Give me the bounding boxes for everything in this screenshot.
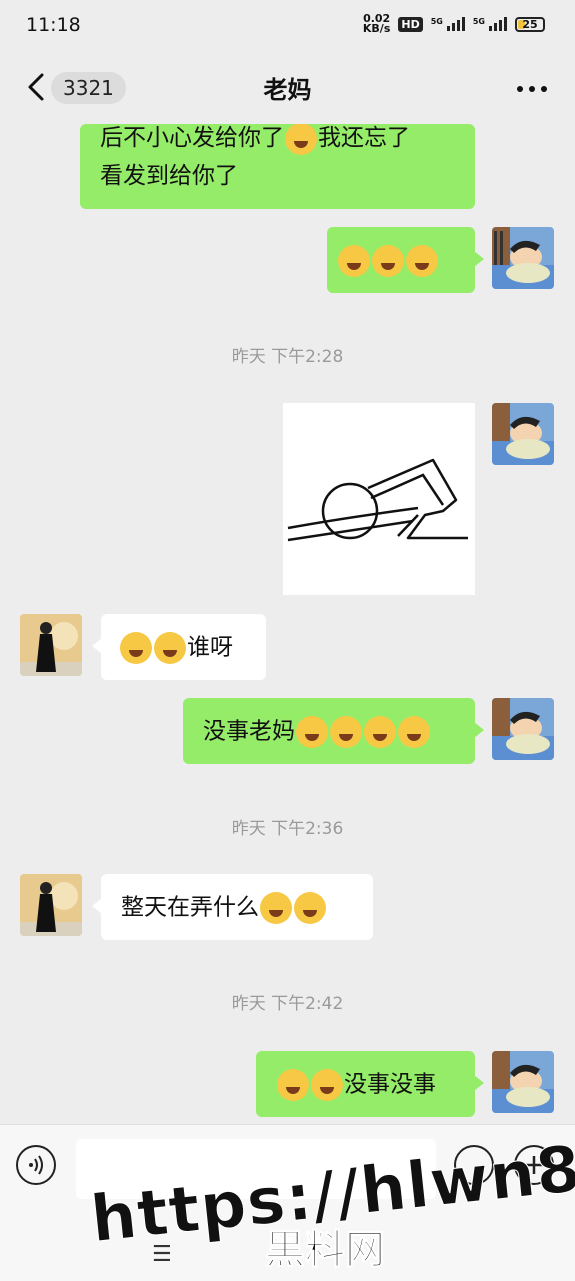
- laugh-cry-emoji-icon: [296, 715, 328, 748]
- voice-input-icon[interactable]: [16, 1145, 56, 1185]
- timestamp: 昨天 下午2:28: [231, 347, 344, 367]
- angry-emoji-icon: [294, 891, 326, 924]
- chat-header: 3321 老妈: [0, 52, 575, 124]
- message-bubble-incoming[interactable]: 整天在弄什么: [92, 874, 373, 940]
- message-bubble-outgoing[interactable]: 没事没事: [256, 1051, 484, 1117]
- laugh-cry-emoji-icon: [338, 244, 370, 277]
- avatar-image: [492, 227, 554, 289]
- timestamp: 昨天 下午2:36: [231, 819, 344, 839]
- message-bubble-incoming[interactable]: 谁呀: [92, 614, 266, 680]
- signal-icon: 5G: [431, 17, 465, 31]
- message-bubble-outgoing[interactable]: 没事老妈: [183, 698, 484, 764]
- ok-emoji-icon: [277, 1068, 309, 1101]
- emoji-icon: [398, 715, 430, 748]
- emoji-icon: [364, 715, 396, 748]
- sketch-image: [287, 458, 468, 542]
- network-speed: 0.02 KB/s: [362, 12, 391, 35]
- signal-icon-2: 5G: [473, 17, 507, 31]
- shy-emoji-icon: [154, 631, 186, 664]
- emoji-icon: [285, 124, 317, 155]
- timestamp: 昨天 下午2:42: [231, 994, 344, 1014]
- angry-emoji-icon: [260, 891, 292, 924]
- clock: 11:18: [26, 14, 81, 36]
- emoji-icon: [406, 244, 438, 277]
- laugh-cry-emoji-icon: [330, 715, 362, 748]
- battery-icon: 25: [515, 16, 545, 32]
- avatar-contact[interactable]: [20, 874, 82, 936]
- status-icons: 0.02 KB/s HD 5G 5G 25: [362, 12, 545, 35]
- shy-emoji-icon: [120, 631, 152, 664]
- ok-emoji-icon: [311, 1068, 343, 1101]
- avatar-self[interactable]: [492, 227, 554, 289]
- avatar-self[interactable]: [492, 403, 554, 465]
- status-bar: 11:18 0.02 KB/s HD 5G 5G 25: [0, 0, 575, 52]
- watermark: https://hlwn8.com 黑料网: [87, 1113, 575, 1273]
- image-message[interactable]: [283, 403, 475, 595]
- hd-icon: HD: [398, 16, 423, 32]
- chat-title: 老妈: [263, 76, 312, 104]
- avatar-contact[interactable]: [20, 614, 82, 676]
- emoji-icon: [372, 244, 404, 277]
- message-bubble-outgoing[interactable]: [327, 227, 484, 293]
- message-bubble-outgoing[interactable]: 后不小心发给你了 我还忘了 看发到给你了: [80, 124, 475, 209]
- more-icon[interactable]: [517, 86, 547, 92]
- avatar-self[interactable]: [492, 1051, 554, 1113]
- avatar-self[interactable]: [492, 698, 554, 760]
